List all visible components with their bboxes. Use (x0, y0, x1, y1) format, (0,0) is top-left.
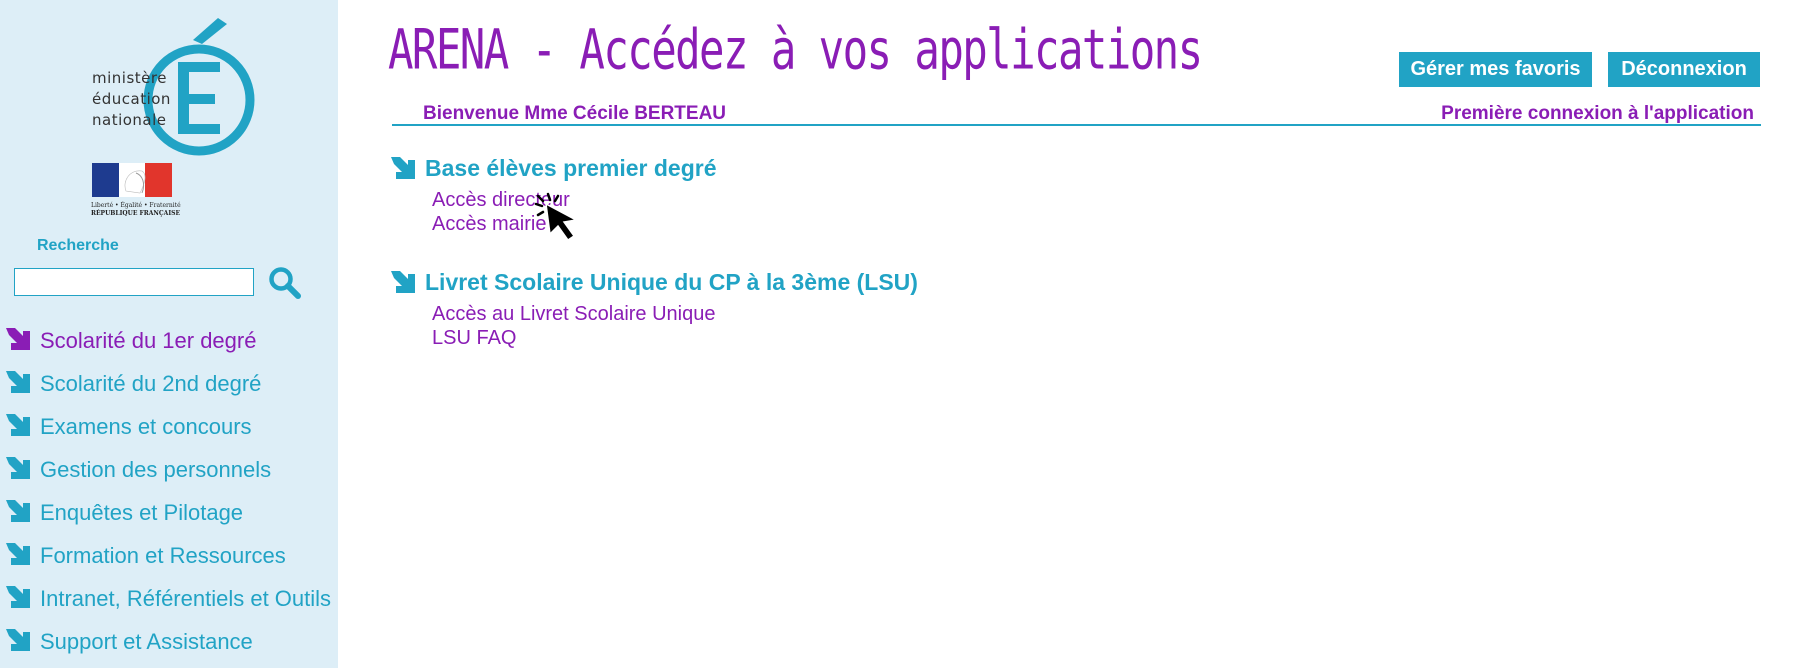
mouse-cursor-icon (534, 192, 579, 242)
marianne-caption: Liberté • Égalité • Fraternité RÉPUBLIQU… (91, 202, 181, 217)
lsu-faq-link[interactable]: LSU FAQ (432, 327, 516, 350)
sidebar-item-label: Formation et Ressources (40, 543, 286, 568)
sidebar-item-support[interactable]: Support et Assistance (0, 623, 380, 666)
access-lsu-link[interactable]: Accès au Livret Scolaire Unique (432, 303, 715, 326)
sidebar-item-enquetes[interactable]: Enquêtes et Pilotage (0, 494, 380, 537)
sidebar-item-label: Gestion des personnels (40, 457, 272, 482)
sidebar-item-label: Examens et concours (40, 414, 252, 439)
search-icon (269, 267, 301, 299)
logout-button[interactable]: Déconnexion (1608, 52, 1760, 87)
sidebar-item-intranet[interactable]: Intranet, Référentiels et Outils (0, 580, 380, 623)
arrow-down-right-icon (6, 586, 30, 608)
ministry-name: ministère éducation nationale (92, 69, 171, 129)
search-label: Recherche (37, 237, 119, 254)
arrow-down-right-icon (6, 500, 30, 522)
sidebar-item-personnels[interactable]: Gestion des personnels (0, 451, 380, 494)
header-divider (392, 124, 1761, 126)
section-title: Livret Scolaire Unique du CP à la 3ème (… (425, 269, 918, 295)
arrow-down-right-icon (6, 328, 30, 350)
sidebar-item-examens[interactable]: Examens et concours (0, 408, 380, 451)
manage-favorites-button[interactable]: Gérer mes favoris (1399, 52, 1592, 87)
arrow-down-right-icon (6, 543, 30, 565)
arrow-down-right-icon (391, 271, 415, 293)
arrow-down-right-icon (391, 157, 415, 179)
page-title: ARENA - Accédez à vos applications (388, 18, 1203, 83)
search-input[interactable] (14, 268, 254, 296)
section-title: Base élèves premier degré (425, 155, 717, 181)
sidebar-item-label: Enquêtes et Pilotage (40, 500, 244, 525)
sidebar-item-formation[interactable]: Formation et Ressources (0, 537, 380, 580)
sidebar-item-label: Scolarité du 2nd degré (40, 371, 262, 396)
sidebar-item-scolarite-2nd-degre[interactable]: Scolarité du 2nd degré (0, 365, 380, 408)
arrow-down-right-icon (6, 457, 30, 479)
sidebar-item-label: Scolarité du 1er degré (40, 328, 257, 353)
sidebar-item-label: Support et Assistance (40, 629, 253, 654)
ministry-logo[interactable]: ministère éducation nationale (88, 18, 258, 158)
first-connection-link[interactable]: Première connexion à l'application (1441, 103, 1754, 125)
sidebar: ministère éducation nationale Liberté • … (0, 0, 338, 668)
sidebar-item-label: Intranet, Référentiels et Outils (40, 586, 332, 611)
sidebar-item-scolarite-1er-degre[interactable]: Scolarité du 1er degré (0, 322, 380, 365)
arrow-down-right-icon (6, 629, 30, 651)
arrow-down-right-icon (6, 414, 30, 436)
arrow-down-right-icon (6, 371, 30, 393)
search-button[interactable] (268, 266, 302, 300)
sidebar-nav: Scolarité du 1er degré Scolarité du 2nd … (0, 322, 380, 666)
welcome-message: Bienvenue Mme Cécile BERTEAU (423, 103, 727, 124)
